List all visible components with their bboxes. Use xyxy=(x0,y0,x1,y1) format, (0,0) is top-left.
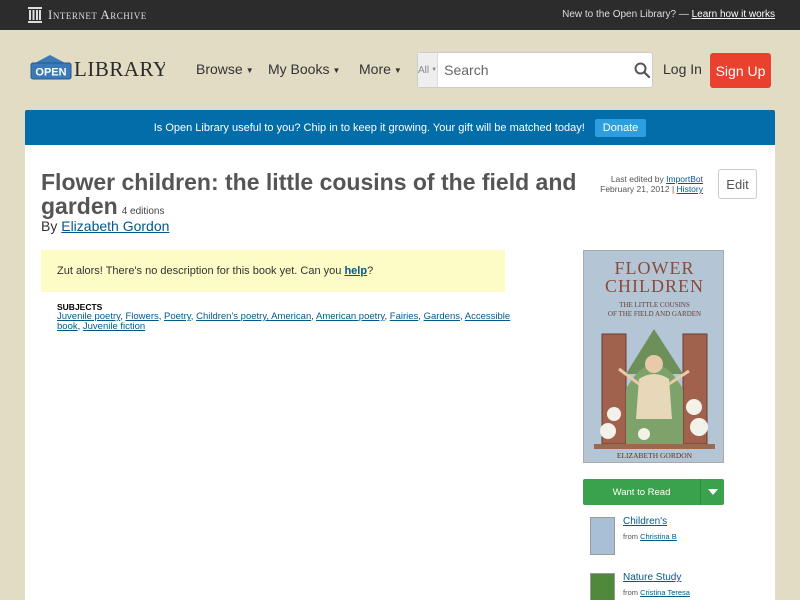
subjects-list: Juvenile poetry, Flowers, Poetry, Childr… xyxy=(57,311,511,332)
learn-how-link[interactable]: Learn how it works xyxy=(692,9,775,20)
list-item: Children's from Christina B xyxy=(583,511,724,561)
history-link[interactable]: History xyxy=(677,184,703,194)
site-header: OPEN LIBRARY Browse ▼ My Books ▼ More ▼ All… xyxy=(0,30,800,110)
cover-subtitle-line2: OF THE FIELD AND GARDEN xyxy=(607,310,702,318)
subject-link[interactable]: Children's poetry, American xyxy=(196,311,311,322)
nav-browse[interactable]: Browse ▼ xyxy=(196,61,254,77)
search-button[interactable] xyxy=(631,53,652,87)
book-title: Flower children: the little cousins of t… xyxy=(41,170,601,224)
nav-more[interactable]: More ▼ xyxy=(359,61,402,77)
list-name-link[interactable]: Nature Study xyxy=(623,572,681,583)
list-from-label: from xyxy=(623,588,638,597)
list-cover-thumbnail[interactable] xyxy=(590,573,615,600)
nav-my-books-label: My Books xyxy=(268,61,330,77)
archive-building-icon xyxy=(28,7,42,23)
cover-illustration xyxy=(594,329,715,449)
list-item: Nature Study from Cristina Teresa xyxy=(583,567,724,600)
description-text: Zut alors! There's no description for th… xyxy=(57,265,342,277)
search-icon xyxy=(634,62,650,78)
nav-browse-label: Browse xyxy=(196,61,243,77)
search-scope-select[interactable]: All ▼ xyxy=(418,53,439,87)
new-user-text: New to the Open Library? — xyxy=(562,9,689,20)
subject-link[interactable]: Poetry xyxy=(164,311,191,322)
open-library-logo[interactable]: OPEN LIBRARY xyxy=(30,50,168,90)
last-edited-date: February 21, 2012 xyxy=(600,184,670,194)
by-label: By xyxy=(41,218,58,234)
byline: By Elizabeth Gordon xyxy=(41,218,169,234)
internet-archive-brand: Internet Archive xyxy=(48,7,147,22)
cover-title: FLOWER CHILDREN xyxy=(584,258,723,296)
book-page: Flower children: the little cousins of t… xyxy=(25,145,775,600)
subjects-section: SUBJECTS Juvenile poetry, Flowers, Poetr… xyxy=(57,302,512,332)
description-box: Zut alors! There's no description for th… xyxy=(41,250,505,292)
internet-archive-bar: Internet Archive New to the Open Library… xyxy=(0,0,800,30)
search-input[interactable] xyxy=(438,54,632,86)
list-owner: from Cristina Teresa xyxy=(623,588,690,597)
list-owner: from Christina B xyxy=(623,532,677,541)
new-user-notice: New to the Open Library? — Learn how it … xyxy=(562,9,775,20)
last-edited-user-link[interactable]: ImportBot xyxy=(666,174,703,184)
last-edited-info: Last edited by ImportBot February 21, 20… xyxy=(600,174,703,194)
reading-status-dropdown[interactable] xyxy=(700,479,724,505)
help-link[interactable]: help xyxy=(344,265,367,277)
list-owner-link[interactable]: Cristina Teresa xyxy=(640,588,690,597)
caret-down-icon xyxy=(707,489,718,495)
list-owner-link[interactable]: Christina B xyxy=(640,532,677,541)
caret-down-icon: ▼ xyxy=(431,67,438,73)
donate-banner: Is Open Library useful to you? Chip in t… xyxy=(25,110,775,145)
search-scope-label: All xyxy=(418,64,430,76)
cover-subtitle: THE LITTLE COUSINS OF THE FIELD AND GARD… xyxy=(584,301,723,319)
logo-open-text: OPEN xyxy=(35,67,66,79)
edit-button[interactable]: Edit xyxy=(718,169,757,199)
chevron-down-icon: ▼ xyxy=(393,65,402,75)
donate-button[interactable]: Donate xyxy=(594,118,647,137)
login-link[interactable]: Log In xyxy=(663,61,702,77)
signup-button[interactable]: Sign Up xyxy=(710,53,771,88)
cover-author: ELIZABETH GORDON xyxy=(616,451,693,460)
subject-link[interactable]: American poetry xyxy=(316,311,384,322)
subject-link[interactable]: Gardens xyxy=(424,311,460,322)
want-to-read-control: Want to Read xyxy=(583,479,724,505)
editions-count[interactable]: 4 editions xyxy=(122,206,165,217)
last-edited-label: Last edited by xyxy=(610,174,664,184)
cover-title-line1: FLOWER xyxy=(614,258,695,278)
author-link[interactable]: Elizabeth Gordon xyxy=(61,218,169,234)
cover-title-line2: CHILDREN xyxy=(605,276,704,296)
chevron-down-icon: ▼ xyxy=(245,65,254,75)
internet-archive-logo[interactable]: Internet Archive xyxy=(28,6,147,24)
search-bar: All ▼ xyxy=(417,52,653,88)
subject-link[interactable]: Fairies xyxy=(390,311,419,322)
list-name-link[interactable]: Children's xyxy=(623,516,667,527)
chevron-down-icon: ▼ xyxy=(332,65,341,75)
nav-my-books[interactable]: My Books ▼ xyxy=(268,61,340,77)
logo-library-text: LIBRARY xyxy=(74,57,165,81)
subject-link[interactable]: Juvenile fiction xyxy=(83,321,145,332)
list-cover-thumbnail[interactable] xyxy=(590,517,615,555)
open-library-logo-graphic: OPEN LIBRARY xyxy=(30,55,168,81)
book-cover[interactable]: FLOWER CHILDREN THE LITTLE COUSINS OF TH… xyxy=(583,250,724,463)
list-from-label: from xyxy=(623,532,638,541)
cover-subtitle-line1: THE LITTLE COUSINS xyxy=(619,301,690,309)
want-to-read-button[interactable]: Want to Read xyxy=(583,479,700,505)
description-end: ? xyxy=(367,265,374,277)
donate-message: Is Open Library useful to you? Chip in t… xyxy=(153,121,585,134)
nav-more-label: More xyxy=(359,61,391,77)
